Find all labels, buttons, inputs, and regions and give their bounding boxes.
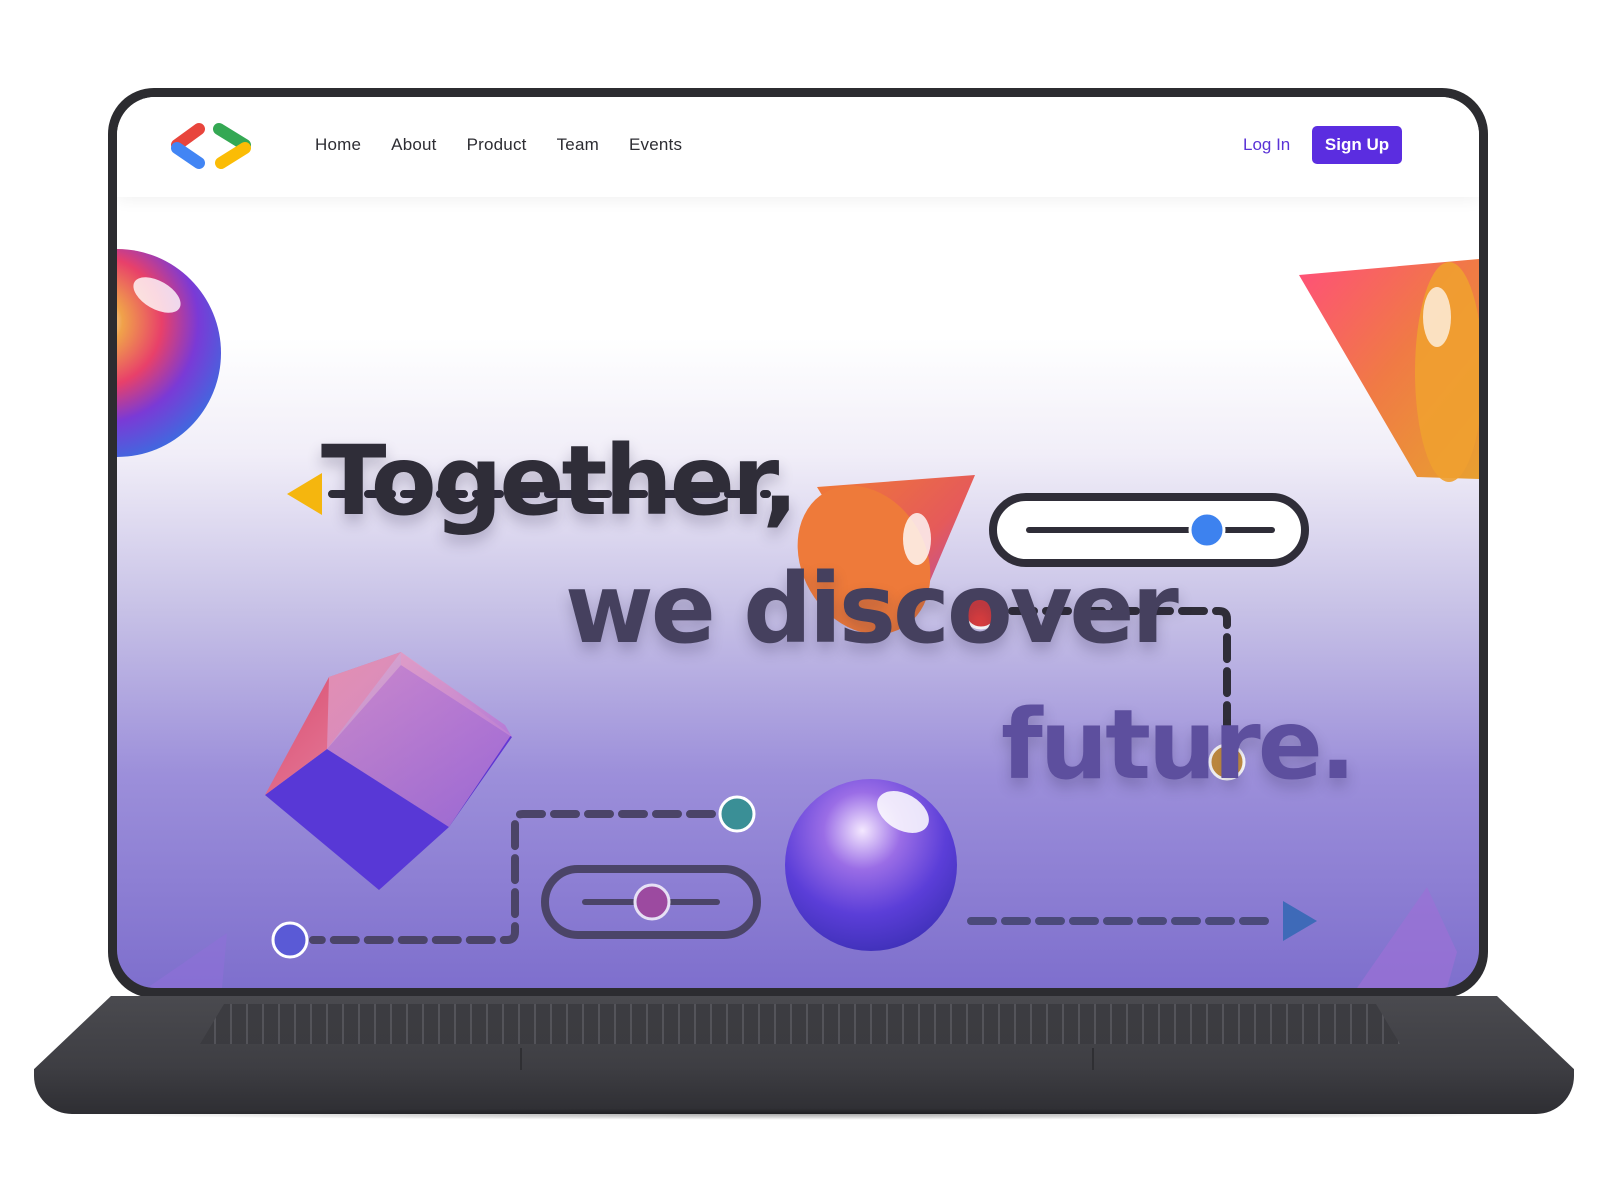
laptop-trackpad [520, 1048, 1094, 1070]
nav-links: Home About Product Team Events [315, 135, 712, 155]
signup-button[interactable]: Sign Up [1312, 126, 1402, 164]
corner-shape-bottom-left [147, 933, 227, 988]
hero-section: Together, we discover future. [117, 197, 1479, 988]
sphere-top-left [117, 249, 221, 457]
arrow-left-icon [287, 473, 322, 515]
laptop-keyboard [200, 1004, 1400, 1044]
laptop-shadow [60, 1108, 1550, 1120]
slider-knob-purple [633, 883, 671, 921]
nav-link-events[interactable]: Events [629, 135, 682, 155]
nav-link-about[interactable]: About [391, 135, 436, 155]
top-navbar: Home About Product Team Events Log In Si… [117, 97, 1479, 197]
hero-headline-line-3: future. [1001, 689, 1356, 801]
connector-dot-blue [271, 921, 309, 959]
slider-knob-blue [1188, 511, 1226, 549]
laptop-screen: Home About Product Team Events Log In Si… [117, 97, 1479, 988]
corner-shape-bottom-right [1357, 887, 1457, 988]
arrow-right-icon [1283, 901, 1317, 941]
connector-dot-teal [718, 795, 756, 833]
code-brackets-logo-icon[interactable] [165, 121, 261, 171]
nav-link-home[interactable]: Home [315, 135, 361, 155]
sphere-center [785, 779, 957, 951]
login-link[interactable]: Log In [1243, 135, 1290, 155]
hero-headline-line-1: Together, [321, 425, 799, 537]
hero-headline-line-2: we discover [565, 553, 1179, 665]
nav-link-team[interactable]: Team [557, 135, 599, 155]
nav-link-product[interactable]: Product [467, 135, 527, 155]
